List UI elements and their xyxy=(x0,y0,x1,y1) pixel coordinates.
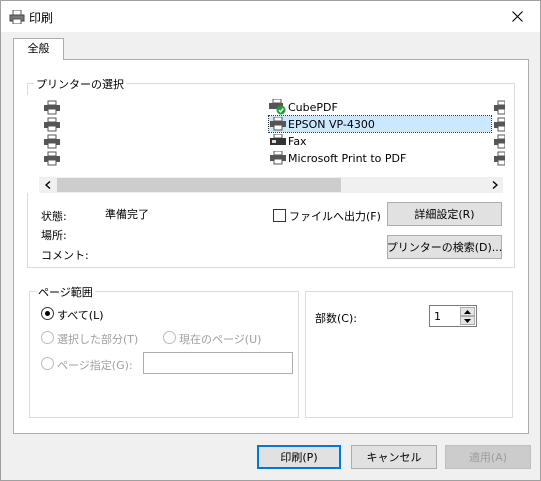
printer-default-icon xyxy=(269,99,286,115)
scroll-left-button[interactable] xyxy=(39,177,56,193)
printer-name: Microsoft Print to PDF xyxy=(288,151,407,165)
copies-stepper[interactable]: 1 xyxy=(429,305,477,327)
printer-icon[interactable] xyxy=(493,100,505,116)
page-range-selection-radio[interactable] xyxy=(41,331,54,344)
chevron-right-icon xyxy=(492,181,498,189)
close-button[interactable] xyxy=(494,1,540,32)
preferences-button[interactable]: 詳細設定(R) xyxy=(387,202,502,226)
preferences-button-label: 詳細設定(R) xyxy=(414,208,475,221)
printer-item-microsoft-print-to-pdf[interactable]: Microsoft Print to PDF xyxy=(269,150,406,166)
page-range-all-label[interactable]: すべて(L) xyxy=(57,307,104,323)
printer-selection-label: プリンターの選択 xyxy=(34,76,126,92)
status-label: 状態: xyxy=(41,210,67,223)
comment-label: コメント: xyxy=(41,249,89,262)
copies-label: 部数(C): xyxy=(315,312,357,325)
page-range-selection-label[interactable]: 選択した部分(T) xyxy=(57,331,138,347)
title-bar[interactable]: 印刷 xyxy=(1,1,540,32)
page-range-pages-radio[interactable] xyxy=(41,357,54,370)
printer-item-cubepdf[interactable]: CubePDF xyxy=(269,99,338,115)
printer-item-fax[interactable]: Fax xyxy=(269,133,307,149)
page-range-current-radio[interactable] xyxy=(163,331,176,344)
apply-button-label: 適用(A) xyxy=(468,451,508,464)
copies-spin-buttons xyxy=(460,307,475,326)
fax-icon xyxy=(270,134,286,145)
print-to-file-label[interactable]: ファイルへ出力(F) xyxy=(289,208,381,224)
cancel-button-label: キャンセル xyxy=(366,451,422,464)
printer-icon xyxy=(270,117,286,131)
printer-icon[interactable] xyxy=(43,100,61,116)
page-range-current-label[interactable]: 現在のページ(U) xyxy=(179,331,261,347)
printer-icon[interactable] xyxy=(493,117,505,133)
page-range-pages-label[interactable]: ページ指定(G): xyxy=(57,357,133,373)
print-dialog: 印刷 全般 プリンターの選択 CubePDF EPSON VP-4300 Fax… xyxy=(0,0,541,481)
tab-general-label: 全般 xyxy=(27,42,50,55)
printer-icon[interactable] xyxy=(43,151,61,167)
printer-icon xyxy=(270,151,286,165)
copies-decrement-button[interactable] xyxy=(460,316,475,325)
location-label: 場所: xyxy=(41,229,67,242)
printer-item-epson-vp-4300[interactable]: EPSON VP-4300 xyxy=(268,115,492,133)
scroll-thumb[interactable] xyxy=(57,178,341,192)
scroll-right-button[interactable] xyxy=(486,177,503,193)
find-printer-button[interactable]: プリンターの検索(D)... xyxy=(387,235,502,259)
chevron-left-icon xyxy=(44,181,50,189)
print-button[interactable]: 印刷(P) xyxy=(257,445,341,469)
find-printer-button-label: プリンターの検索(D)... xyxy=(386,241,503,254)
cancel-button[interactable]: キャンセル xyxy=(351,445,437,469)
copies-value: 1 xyxy=(434,310,441,323)
window-title: 印刷 xyxy=(29,11,54,25)
apply-button[interactable]: 適用(A) xyxy=(445,445,531,469)
status-value: 準備完了 xyxy=(105,208,149,221)
close-icon xyxy=(511,11,523,22)
printer-icon[interactable] xyxy=(43,134,61,150)
page-range-label: ページ範囲 xyxy=(36,284,95,300)
printer-icon[interactable] xyxy=(493,134,505,150)
printer-name: Fax xyxy=(288,134,307,148)
printer-icon[interactable] xyxy=(493,151,505,167)
page-range-pages-input[interactable] xyxy=(143,352,293,374)
tab-general[interactable]: 全般 xyxy=(13,38,64,60)
chevron-up-icon xyxy=(464,309,471,314)
print-to-file-checkbox[interactable] xyxy=(273,209,286,222)
printer-list-scrollbar[interactable] xyxy=(39,177,503,193)
printer-icon xyxy=(9,10,25,24)
printer-name: CubePDF xyxy=(288,100,338,114)
print-button-label: 印刷(P) xyxy=(280,451,318,464)
printer-icon[interactable] xyxy=(43,117,61,133)
printer-name: EPSON VP-4300 xyxy=(288,117,375,131)
copies-increment-button[interactable] xyxy=(460,307,475,316)
page-range-all-radio[interactable] xyxy=(41,307,54,320)
chevron-down-icon xyxy=(464,318,471,323)
